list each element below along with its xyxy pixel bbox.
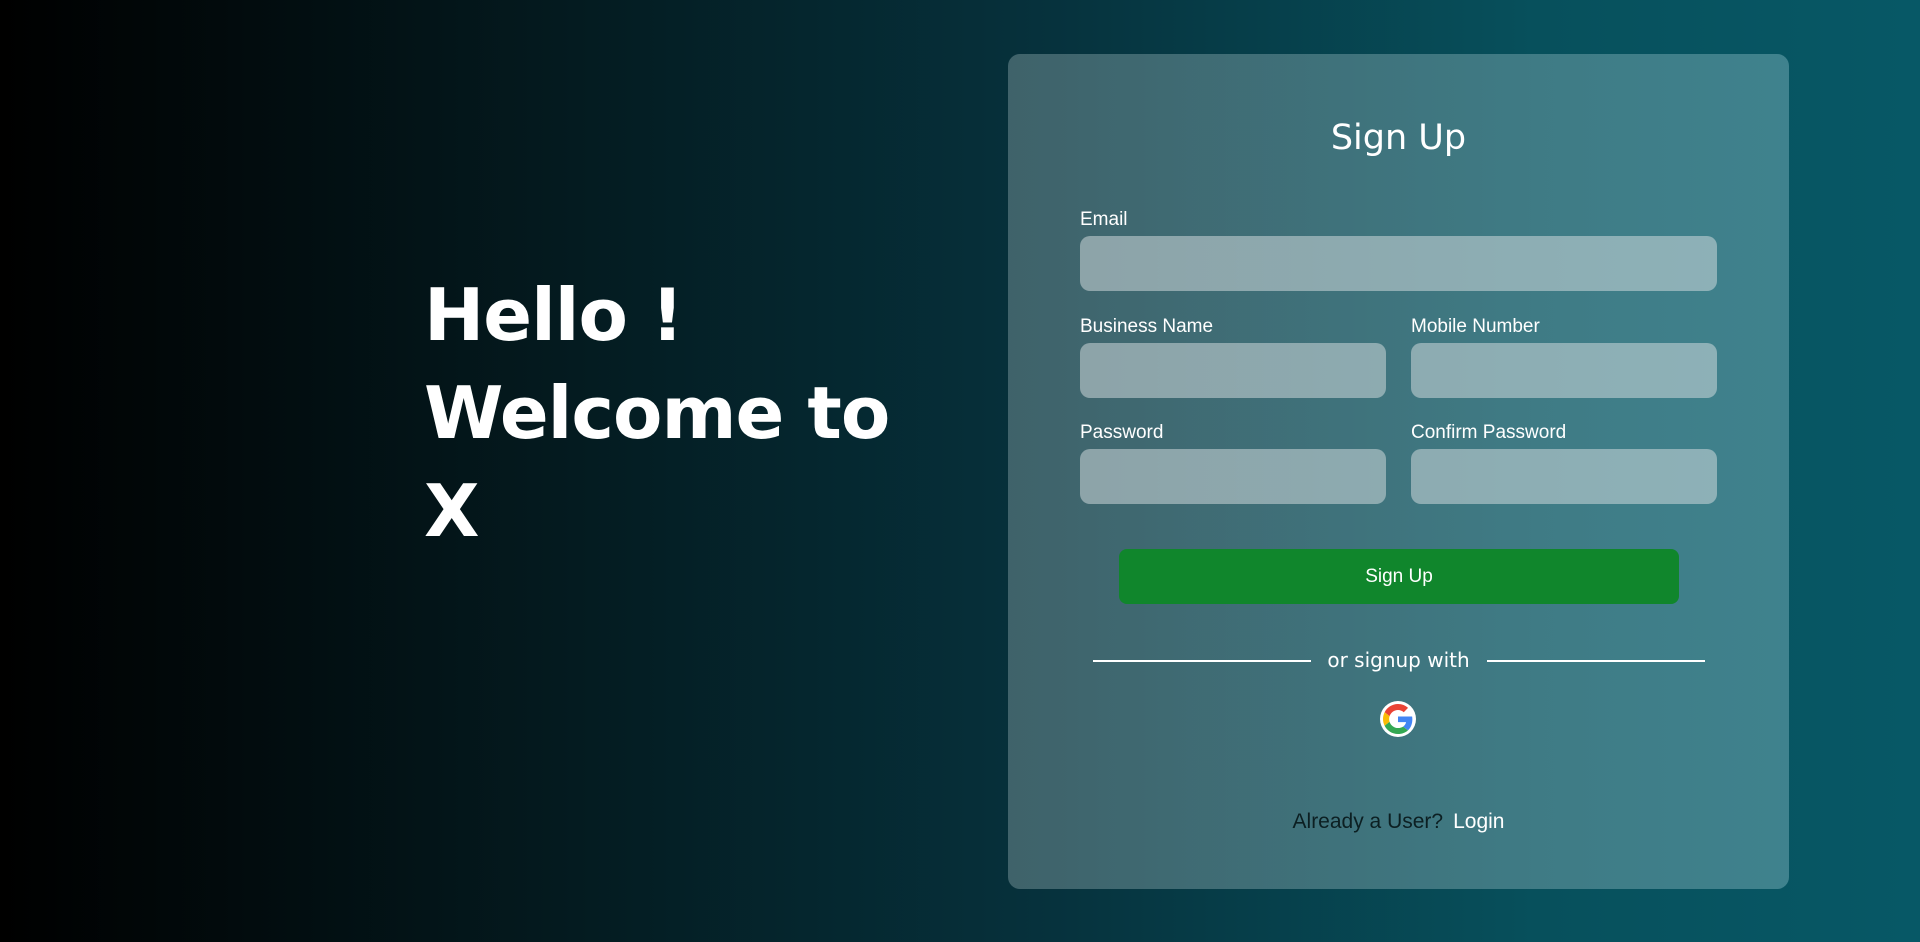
signup-title: Sign Up (1330, 118, 1467, 158)
business-name-label: Business Name (1080, 316, 1214, 337)
login-prompt: Already a User? Login (1008, 810, 1789, 834)
password-input[interactable] (1080, 449, 1386, 504)
welcome-line-brand: X (424, 469, 480, 553)
signup-card: Sign Up Email Business Name Mobile Numbe… (1008, 54, 1789, 889)
already-user-text: Already a User? (1292, 810, 1444, 833)
signup-button[interactable]: Sign Up (1119, 549, 1679, 604)
business-name-input[interactable] (1080, 343, 1386, 398)
welcome-heading: Hello ! Welcome to X (424, 266, 904, 560)
password-label: Password (1080, 422, 1164, 443)
google-signup-button[interactable] (1380, 701, 1416, 737)
email-label: Email (1080, 209, 1128, 230)
mobile-number-input[interactable] (1411, 343, 1717, 398)
email-input[interactable] (1080, 236, 1717, 291)
welcome-line-hello: Hello ! (424, 273, 684, 357)
divider-right (1487, 660, 1705, 662)
mobile-number-label: Mobile Number (1411, 316, 1540, 337)
google-icon (1383, 704, 1413, 734)
login-link[interactable]: Login (1453, 810, 1504, 833)
confirm-password-input[interactable] (1411, 449, 1717, 504)
welcome-line-welcome: Welcome to (424, 371, 890, 455)
confirm-password-label: Confirm Password (1411, 422, 1567, 443)
